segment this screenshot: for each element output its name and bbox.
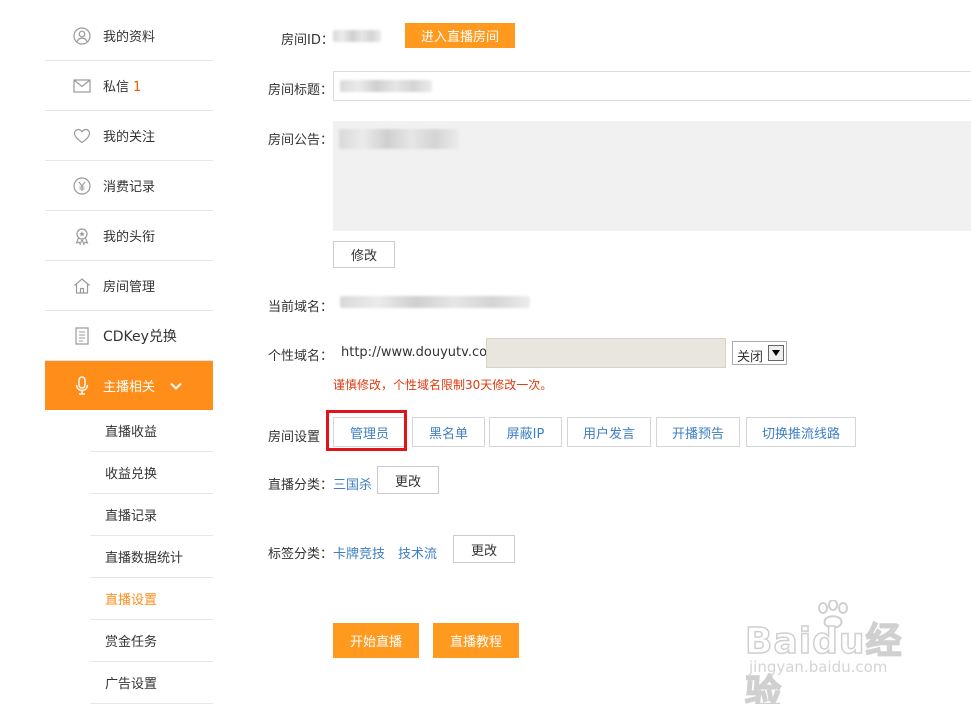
user-icon	[72, 26, 92, 46]
sidebar-item-messages[interactable]: 私信 1	[45, 61, 213, 111]
room-notice-textarea[interactable]	[333, 121, 971, 231]
heart-icon	[72, 126, 92, 146]
tab-stream-preview[interactable]: 开播预告	[656, 417, 740, 447]
room-notice-label: 房间公告：	[268, 133, 334, 148]
sidebar-item-label: 房间管理	[103, 280, 156, 295]
house-icon	[72, 276, 92, 296]
tab-blacklist[interactable]: 黑名单	[412, 417, 485, 447]
sidebar-item-label: 私信	[103, 80, 130, 95]
category-link[interactable]: 三国杀	[333, 474, 372, 493]
custom-domain-warning: 谨慎修改，个性域名限制30天修改一次。	[333, 378, 553, 392]
current-domain-label: 当前域名：	[268, 300, 334, 315]
submenu-item-ads[interactable]: 广告设置	[90, 662, 213, 704]
tag-link[interactable]: 技术流	[398, 543, 437, 562]
custom-domain-select[interactable]: 关闭	[732, 341, 787, 365]
custom-domain-select-value: 关闭	[737, 350, 764, 365]
tab-block-ip[interactable]: 屏蔽IP	[489, 417, 562, 447]
yen-icon	[72, 176, 92, 196]
sidebar-item-room-management[interactable]: 房间管理	[45, 261, 213, 311]
stream-tutorial-button[interactable]: 直播教程	[433, 623, 519, 658]
dropdown-arrow-icon	[768, 345, 784, 361]
custom-domain-input[interactable]	[486, 338, 726, 368]
sidebar-item-label: 我的头衔	[103, 230, 156, 245]
custom-domain-prefix: http://www.douyutv.com/	[341, 345, 505, 360]
document-icon	[72, 326, 92, 346]
tab-user-speech[interactable]: 用户发言	[567, 417, 651, 447]
start-stream-button[interactable]: 开始直播	[333, 623, 419, 658]
custom-domain-label: 个性域名：	[268, 349, 334, 364]
tags-label: 标签分类：	[268, 547, 334, 562]
submenu-item-statistics[interactable]: 直播数据统计	[90, 536, 213, 578]
sidebar-item-label: CDKey兑换	[103, 328, 177, 345]
enter-room-button[interactable]: 进入直播房间	[405, 23, 515, 48]
unread-badge: 1	[133, 80, 142, 95]
sidebar-item-profile[interactable]: 我的资料	[45, 11, 213, 61]
room-id-value-redacted	[333, 30, 381, 42]
sidebar-item-streamer[interactable]: 主播相关	[45, 361, 213, 410]
sidebar-item-label: 消费记录	[103, 180, 156, 195]
submenu-item-exchange[interactable]: 收益兑换	[90, 452, 213, 494]
mail-icon	[72, 76, 92, 96]
room-title-value-redacted	[340, 80, 432, 92]
tab-switch-stream-line[interactable]: 切换推流线路	[746, 417, 856, 447]
change-tags-button[interactable]: 更改	[453, 535, 515, 563]
sidebar-item-label-wrap: 私信 1	[103, 76, 141, 95]
modify-notice-button[interactable]: 修改	[333, 241, 395, 268]
submenu-item-earnings[interactable]: 直播收益	[90, 410, 213, 452]
sidebar-item-label: 主播相关	[103, 380, 156, 395]
change-category-button[interactable]: 更改	[377, 466, 439, 494]
sidebar-item-cdkey[interactable]: CDKey兑换	[45, 311, 213, 361]
category-label: 直播分类：	[268, 478, 334, 493]
watermark-sub: jingyan.baidu.com	[749, 658, 888, 676]
room-title-input[interactable]	[333, 71, 971, 101]
room-id-label: 房间ID：	[281, 33, 334, 48]
submenu-item-settings[interactable]: 直播设置	[90, 578, 213, 620]
sidebar-item-following[interactable]: 我的关注	[45, 111, 213, 161]
medal-icon	[72, 226, 92, 246]
sidebar-item-label: 我的资料	[103, 30, 156, 45]
sidebar-item-label: 我的关注	[103, 130, 156, 145]
room-settings-label: 房间设置	[268, 430, 321, 445]
submenu-item-bounty[interactable]: 赏金任务	[90, 620, 213, 662]
baidu-watermark: Baidu经验 jingyan.baidu.com	[744, 600, 925, 704]
room-notice-value-redacted	[339, 129, 459, 149]
sidebar: 我的资料 私信 1 我的关注 消费记录 我的头衔 房间管理 CDKey兑换 主播…	[45, 0, 213, 704]
submenu-item-records[interactable]: 直播记录	[90, 494, 213, 536]
sidebar-item-titles[interactable]: 我的头衔	[45, 211, 213, 261]
room-title-label: 房间标题：	[268, 83, 334, 98]
sidebar-item-spending[interactable]: 消费记录	[45, 161, 213, 211]
microphone-icon	[72, 375, 92, 396]
tab-administrators[interactable]: 管理员	[333, 417, 406, 447]
tag-link[interactable]: 卡牌竞技	[333, 543, 385, 562]
chevron-down-icon	[170, 380, 182, 395]
current-domain-value-redacted	[340, 296, 530, 308]
